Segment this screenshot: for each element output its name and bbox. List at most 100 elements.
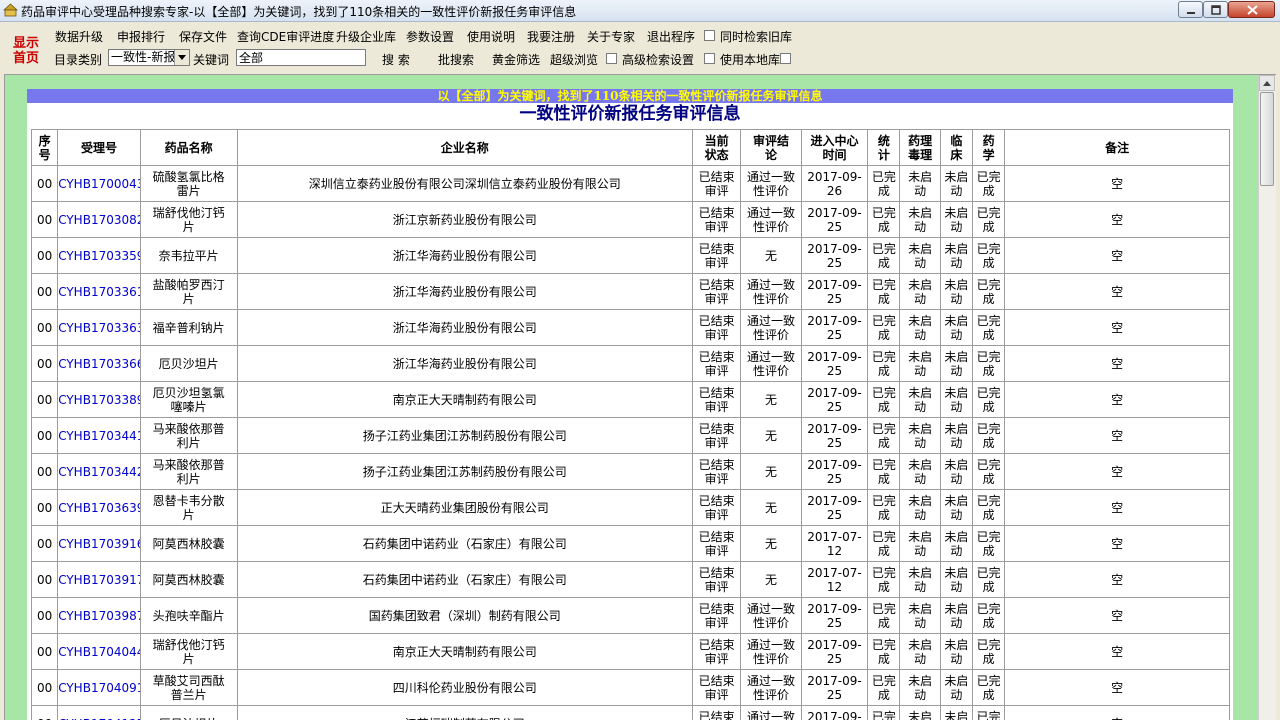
receipt-number-link[interactable]: CYHB1703082 — [57, 201, 141, 238]
close-icon — [1247, 5, 1258, 15]
home-logo-button[interactable]: 显示 首页 — [10, 34, 42, 64]
cell-notes: 空 — [1004, 345, 1230, 382]
cell-clinical: 未启动 — [939, 705, 973, 720]
menu-instructions[interactable]: 使用说明 — [467, 28, 515, 45]
table-row[interactable]: 00 CYHB1703389 厄贝沙坦氢氯 噻嗪片 南京正大天晴制药有限公司 已结束 审评无… — [30, 381, 1230, 418]
cell-conclusion: 无 — [740, 489, 802, 526]
receipt-number-link[interactable]: CYHB1703389 — [57, 381, 141, 418]
receipt-number-link[interactable]: CYHB1703359 — [57, 237, 141, 274]
super-browse-button[interactable]: 超级浏览 — [550, 51, 598, 68]
cell-clinical: 未启动 — [939, 669, 973, 706]
cell-conclusion: 通过一致性评价 — [740, 165, 802, 202]
close-button[interactable] — [1228, 1, 1275, 18]
batch-search-button[interactable]: 批搜索 — [438, 51, 474, 68]
table-row[interactable]: 00 CYHB1703917 阿莫西林胶囊 石药集团中诺药业（石家庄）有限公司 已结束审… — [30, 561, 1230, 598]
minimize-button[interactable] — [1178, 1, 1203, 18]
receipt-number-link[interactable]: CYHB1703987 — [57, 597, 141, 634]
table-row[interactable]: 00 CYHB1703916 阿莫西林胶囊 石药集团中诺药业（石家庄）有限公司 已结束审… — [30, 525, 1230, 562]
receipt-number-link[interactable]: CYHB1704091 — [57, 669, 141, 706]
chevron-down-icon[interactable] — [174, 50, 189, 65]
menu-exit[interactable]: 退出程序 — [647, 28, 695, 45]
cell-pharmacy: 已完成 — [971, 561, 1006, 598]
cell-pharm-tox: 未启动 — [899, 237, 941, 274]
scroll-thumb[interactable] — [1260, 92, 1274, 186]
table-row[interactable]: 00 CYHB1703361 盐酸帕罗西汀片浙江华海药业股份有限公司 已结束 审评 通过一… — [30, 273, 1230, 310]
menu-query-cde-progress[interactable]: 查询CDE审评进度 — [237, 28, 334, 45]
cell-drug-name: 硫酸氢氯比格 雷片 — [139, 165, 238, 202]
receipt-number-link[interactable]: CYHB1703639 — [57, 489, 141, 526]
header-current-status: 当前 状态 — [691, 129, 742, 166]
cell-current-status: 已结束审评 — [691, 165, 742, 202]
menu-save-file[interactable]: 保存文件 — [179, 28, 227, 45]
cell-enter-time: 2017-09-25 — [800, 237, 869, 274]
receipt-number-link[interactable]: CYHB1703441 — [57, 417, 141, 454]
cell-statistics: 已完成 — [867, 489, 901, 526]
cell-seq: 00 — [30, 561, 59, 598]
cell-seq: 00 — [30, 165, 59, 202]
menu-application-ranking[interactable]: 申报排行 — [117, 28, 165, 45]
table-row[interactable]: 00 CYHB1703987 头孢呋辛酯片 国药集团致君（深圳）制药有限公司 已结束 审评… — [30, 597, 1230, 634]
cell-current-status: 已结束审评 — [691, 309, 742, 346]
logo-line1: 显示 — [13, 36, 39, 51]
local-db-checkbox[interactable] — [780, 53, 791, 64]
menu-register[interactable]: 我要注册 — [527, 28, 575, 45]
table-row[interactable]: 00 CYHB1703639 恩替卡韦分散片正大天晴药业集团股份有限公司 已结束 审评无… — [30, 489, 1230, 526]
cell-current-status: 已结束审评 — [691, 345, 742, 382]
cell-current-status: 已结束审评 — [691, 201, 742, 238]
cell-drug-name: 瑞舒伐他汀钙片 — [139, 201, 238, 238]
cell-pharm-tox: 未启动 — [899, 273, 941, 310]
receipt-number-link[interactable]: CYHB1703916 — [57, 525, 141, 562]
cell-notes: 空 — [1004, 705, 1230, 720]
table-row[interactable]: 00 CYHB1703366 厄贝沙坦片 浙江华海药业股份有限公司 已结束 审评 通过一致性… — [30, 345, 1230, 382]
receipt-number-link[interactable]: CYHB1703442 — [57, 453, 141, 490]
table-row[interactable]: 00 CYHB1700043 硫酸氢氯比格 雷片 深圳信立泰药业股份有限公司深圳信立泰药… — [30, 165, 1230, 202]
table-row[interactable]: 00 CYHB1704091 草酸艾司西酞 普兰片 四川科伦药业股份有限公司 已结束 审评通… — [30, 669, 1230, 706]
menu-upgrade-company-db[interactable]: 升级企业库 — [336, 28, 396, 45]
table-row[interactable]: 00 CYHB1703363 福辛普利钠片 浙江华海药业股份有限公司 已结束 审评 通过一致… — [30, 309, 1230, 346]
cell-drug-name: 盐酸帕罗西汀片 — [139, 273, 238, 310]
cell-seq: 00 — [30, 633, 59, 670]
scroll-up-icon[interactable] — [1259, 75, 1275, 91]
search-old-db-checkbox[interactable] — [704, 30, 715, 41]
cell-company-name: 深圳信立泰药业股份有限公司深圳信立泰药业股份有限公司 — [236, 165, 693, 202]
receipt-number-link[interactable]: CYHB1704127 — [57, 705, 141, 720]
header-pharmacy: 药学 — [971, 129, 1006, 166]
header-drug-name: 药品名称 — [139, 129, 238, 166]
gold-filter-button[interactable]: 黄金筛选 — [492, 51, 540, 68]
cell-drug-name: 马来酸依那普 利片 — [139, 453, 238, 490]
cell-enter-time: 2017-09-25 — [800, 201, 869, 238]
search-button[interactable]: 搜 索 — [382, 51, 410, 68]
cell-seq: 00 — [30, 273, 59, 310]
receipt-number-link[interactable]: CYHB1704044 — [57, 633, 141, 670]
table-row[interactable]: 00 CYHB1703082 瑞舒伐他汀钙片浙江京新药业股份有限公司 已结束 审评 通过一… — [30, 201, 1230, 238]
table-row[interactable]: 00 CYHB1703359 奈韦拉平片 浙江华海药业股份有限公司 已结束 审评无 2017… — [30, 237, 1230, 274]
cell-seq: 00 — [30, 597, 59, 634]
local-db-checkbox-left[interactable] — [704, 53, 715, 64]
receipt-number-link[interactable]: CYHB1703917 — [57, 561, 141, 598]
cell-company-name: 南京正大天晴制药有限公司 — [236, 381, 693, 418]
menu-about[interactable]: 关于专家 — [587, 28, 635, 45]
cell-current-status: 已结束审评 — [691, 273, 742, 310]
cell-enter-time: 2017-09-25 — [800, 417, 869, 454]
table-row[interactable]: 00CYHB1704127厄贝沙坦片江苏恒瑞制药有限公司已结束审评通过一致性评价… — [30, 705, 1230, 720]
cell-clinical: 未启动 — [939, 489, 973, 526]
receipt-number-link[interactable]: CYHB1703366 — [57, 345, 141, 382]
cell-notes: 空 — [1004, 489, 1230, 526]
menu-settings[interactable]: 参数设置 — [406, 28, 454, 45]
receipt-number-link[interactable]: CYHB1703363 — [57, 309, 141, 346]
cell-company-name: 石药集团中诺药业（石家庄）有限公司 — [236, 561, 693, 598]
menu-data-upgrade[interactable]: 数据升级 — [55, 28, 103, 45]
cell-pharmacy: 已完成 — [971, 597, 1006, 634]
advanced-search-checkbox[interactable] — [606, 53, 617, 64]
receipt-number-link[interactable]: CYHB1700043 — [57, 165, 141, 202]
category-select[interactable]: 一致性-新报 — [108, 49, 190, 66]
table-row[interactable]: 00 CYHB1704044 瑞舒伐他汀钙片南京正大天晴制药有限公司 已结束 审评 通过一… — [30, 633, 1230, 670]
receipt-number-link[interactable]: CYHB1703361 — [57, 273, 141, 310]
vertical-scrollbar[interactable] — [1258, 75, 1276, 720]
cell-notes: 空 — [1004, 561, 1230, 598]
table-row[interactable]: 00 CYHB1703441 马来酸依那普 利片 扬子江药业集团江苏制药股份有限公司 已结… — [30, 417, 1230, 454]
table-row[interactable]: 00 CYHB1703442 马来酸依那普 利片 扬子江药业集团江苏制药股份有限公司 已结… — [30, 453, 1230, 490]
keyword-input[interactable] — [236, 49, 366, 66]
maximize-button[interactable] — [1203, 1, 1228, 18]
minimize-icon — [1187, 12, 1195, 14]
